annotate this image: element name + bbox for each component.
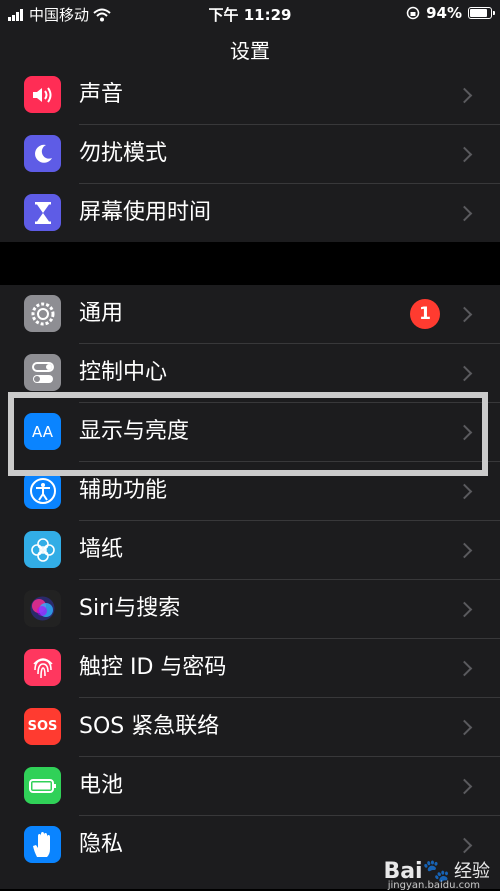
chevron-right-icon (456, 146, 473, 163)
chevron-right-icon (456, 306, 473, 323)
toggles-icon (24, 354, 61, 391)
row-label: 触控 ID 与密码 (79, 655, 227, 680)
siri-icon (24, 590, 61, 627)
status-right: 94% (406, 4, 495, 22)
hand-icon (24, 826, 61, 863)
row-do-not-disturb[interactable]: 勿扰模式 (0, 125, 500, 184)
hourglass-icon (24, 194, 61, 231)
row-label: 隐私 (79, 832, 124, 857)
highlight-frame (8, 392, 488, 476)
speaker-icon (24, 76, 61, 113)
notification-badge: 1 (410, 299, 440, 329)
moon-icon (24, 135, 61, 172)
chevron-right-icon (456, 601, 473, 618)
chevron-right-icon (456, 365, 473, 382)
row-wallpaper[interactable]: 墙纸 (0, 521, 500, 580)
settings-group-1: 声音 勿扰模式 屏幕使用时间 (0, 66, 500, 242)
chevron-right-icon (456, 778, 473, 795)
row-touch-id-passcode[interactable]: 触控 ID 与密码 (0, 639, 500, 698)
row-emergency-sos[interactable]: SOS SOS 紧急联络 (0, 698, 500, 757)
row-sound[interactable]: 声音 (0, 66, 500, 125)
chevron-right-icon (456, 660, 473, 677)
sos-icon: SOS (24, 708, 61, 745)
battery-level-icon (468, 7, 495, 19)
settings-group-2: 通用 1 控制中心 AA 显示与亮度 辅助功能 墙纸 Siri与搜索 触控 ID… (0, 285, 500, 889)
chevron-right-icon (456, 719, 473, 736)
icon-glyph: SOS (27, 719, 58, 734)
row-label: 屏幕使用时间 (79, 200, 212, 225)
row-label: 勿扰模式 (79, 141, 168, 166)
chevron-right-icon (456, 87, 473, 104)
gear-icon (24, 295, 61, 332)
row-label: 声音 (79, 82, 124, 107)
row-label: 电池 (79, 773, 124, 798)
chevron-right-icon (456, 837, 473, 854)
row-label: Siri与搜索 (79, 596, 181, 621)
watermark-url: jingyan.baidu.com (387, 880, 480, 891)
row-general[interactable]: 通用 1 (0, 285, 500, 344)
fingerprint-icon (24, 649, 61, 686)
row-battery[interactable]: 电池 (0, 757, 500, 816)
accessibility-icon (24, 472, 61, 509)
row-siri-search[interactable]: Siri与搜索 (0, 580, 500, 639)
orientation-lock-icon (406, 6, 420, 20)
flower-icon (24, 531, 61, 568)
row-label: SOS 紧急联络 (79, 714, 220, 739)
battery-icon (24, 767, 61, 804)
row-label: 通用 (79, 301, 124, 326)
status-bar: 中国移动 下午 11:29 94% (0, 0, 500, 28)
chevron-right-icon (456, 205, 473, 222)
battery-percent: 94% (426, 4, 462, 22)
watermark: Bai🐾 经验 jingyan.baidu.com (383, 861, 490, 891)
chevron-right-icon (456, 483, 473, 500)
row-screen-time[interactable]: 屏幕使用时间 (0, 184, 500, 243)
row-label: 墙纸 (79, 537, 124, 562)
chevron-right-icon (456, 542, 473, 559)
